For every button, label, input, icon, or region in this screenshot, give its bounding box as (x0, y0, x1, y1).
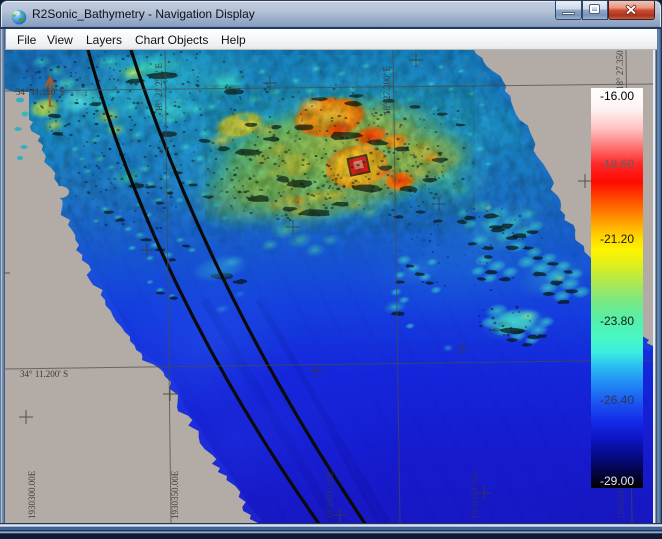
svg-text:-16.00: -16.00 (600, 89, 634, 103)
svg-text:1930300.00E: 1930300.00E (27, 470, 37, 519)
svg-text:18° 27.250' E: 18° 27.250' E (154, 63, 164, 112)
svg-text:-29.00: -29.00 (600, 474, 634, 488)
svg-text:34° 11.200' S: 34° 11.200' S (20, 369, 68, 379)
svg-text:-18.60: -18.60 (600, 157, 634, 171)
svg-text:-21.20: -21.20 (600, 232, 634, 246)
svg-text:1930350.00E: 1930350.00E (170, 470, 180, 519)
svg-text:-23.80: -23.80 (600, 314, 634, 328)
svg-text:1930400.00E: 1930400.00E (325, 470, 335, 519)
svg-text:1930450.00E: 1930450.00E (470, 470, 480, 519)
svg-text:-26.40: -26.40 (600, 393, 634, 407)
svg-text:34° 11.150' S: 34° 11.150' S (16, 87, 64, 97)
svg-text:18° 27.300' E: 18° 27.300' E (382, 66, 392, 115)
